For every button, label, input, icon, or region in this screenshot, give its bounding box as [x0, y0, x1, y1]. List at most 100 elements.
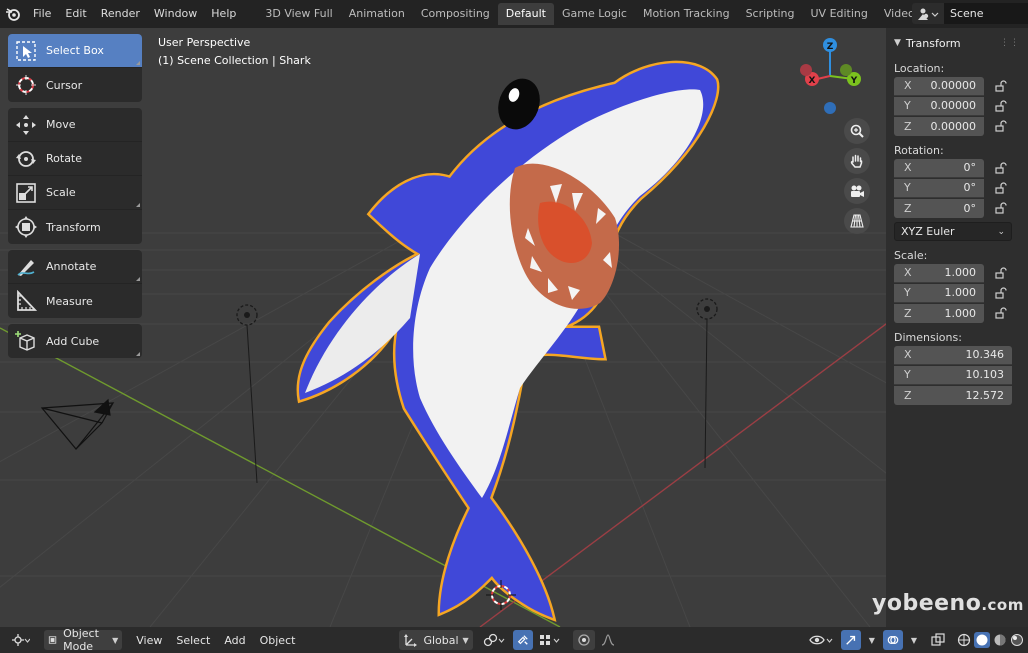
drag-grip-icon[interactable]: ⋮⋮: [1000, 38, 1020, 48]
tool-select-box[interactable]: Select Box: [8, 34, 142, 68]
rotation-x-field[interactable]: X 0°: [894, 158, 984, 178]
proportional-editing-toggle[interactable]: [572, 630, 595, 650]
pivot-point-dropdown[interactable]: [479, 630, 511, 650]
3d-viewport[interactable]: Z X Y User Perspective (1) Scene Collect…: [0, 28, 1028, 627]
add-cube-icon: [14, 329, 38, 353]
blender-logo-icon[interactable]: [0, 0, 26, 28]
tab-compositing[interactable]: Compositing: [413, 3, 498, 25]
zoom-icon[interactable]: [844, 118, 870, 144]
menu-window[interactable]: Window: [147, 0, 204, 28]
chevron-down-icon: ▼: [462, 635, 469, 645]
rendered-shading-icon[interactable]: [1010, 633, 1024, 647]
tool-add-cube[interactable]: Add Cube: [8, 324, 142, 358]
scene-icon[interactable]: [912, 3, 944, 24]
tab-scripting[interactable]: Scripting: [738, 3, 803, 25]
lock-icon[interactable]: [992, 182, 1010, 194]
chevron-down-icon: ▼: [112, 635, 119, 645]
lock-icon[interactable]: [992, 80, 1010, 92]
solid-shading-icon[interactable]: [974, 632, 990, 648]
menu-edit[interactable]: Edit: [58, 0, 93, 28]
dimensions-y-field[interactable]: Y 10.103: [894, 365, 1012, 385]
tool-annotate[interactable]: Annotate: [8, 250, 142, 284]
overlays-toggle[interactable]: [882, 630, 903, 650]
tab-uv-editing[interactable]: UV Editing: [803, 3, 876, 25]
scene-selector[interactable]: Scene: [912, 3, 1028, 24]
tab-motion-tracking[interactable]: Motion Tracking: [635, 3, 738, 25]
submenu-indicator-icon: [136, 352, 140, 356]
scale-x-field[interactable]: X 1.000: [894, 263, 984, 283]
tool-label: Annotate: [46, 260, 97, 273]
lock-icon[interactable]: [992, 202, 1010, 214]
tool-label: Transform: [46, 220, 101, 234]
sidebar-properties-panel: ▼ Transform ⋮⋮ Location: X 0.00000 Y 0.000…: [886, 28, 1028, 627]
camera-view-icon[interactable]: [844, 178, 870, 204]
menu-help[interactable]: Help: [204, 0, 243, 28]
tool-scale[interactable]: Scale: [8, 176, 142, 210]
chevron-down-icon: ⌄: [997, 226, 1005, 237]
tab-animation[interactable]: Animation: [341, 3, 413, 25]
tool-rotate[interactable]: Rotate: [8, 142, 142, 176]
dimensions-x-field[interactable]: X 10.346: [894, 345, 1012, 365]
menu-view[interactable]: View: [132, 630, 166, 650]
dimensions-z-field[interactable]: Z 12.572: [894, 385, 1012, 405]
snap-toggle[interactable]: [512, 630, 533, 650]
tool-transform[interactable]: Transform: [8, 210, 142, 244]
chevron-down-icon: ▼: [868, 635, 875, 645]
lock-icon[interactable]: [992, 100, 1010, 112]
rotation-z-field[interactable]: Z 0°: [894, 198, 984, 218]
scale-z-field[interactable]: Z 1.000: [894, 303, 984, 323]
lock-icon[interactable]: [992, 162, 1010, 174]
gizmo-dropdown[interactable]: ▼: [861, 630, 879, 650]
visibility-dropdown[interactable]: [805, 630, 839, 650]
perspective-toggle-icon[interactable]: [844, 208, 870, 234]
camera-object-icon[interactable]: [40, 398, 115, 450]
overlays-dropdown[interactable]: ▼: [903, 630, 921, 650]
location-y-field[interactable]: Y 0.00000: [894, 96, 984, 116]
location-z-row: Z 0.00000: [894, 116, 1020, 136]
dimensions-z-value: 12.572: [965, 388, 1005, 402]
snap-target-dropdown[interactable]: [535, 630, 567, 650]
tab-default[interactable]: Default: [497, 3, 554, 25]
menu-add[interactable]: Add: [220, 630, 249, 650]
menu-file[interactable]: File: [26, 0, 58, 28]
menu-render[interactable]: Render: [94, 0, 147, 28]
location-x-field[interactable]: X 0.00000: [894, 76, 984, 96]
tab-game-logic[interactable]: Game Logic: [554, 3, 635, 25]
tab-3d-view-full[interactable]: 3D View Full: [257, 3, 340, 25]
menu-select[interactable]: Select: [172, 630, 214, 650]
proportional-falloff-dropdown[interactable]: [597, 630, 619, 650]
transform-panel-header[interactable]: ▼ Transform ⋮⋮: [894, 32, 1020, 54]
mode-dropdown[interactable]: Object Mode ▼: [44, 627, 123, 653]
tool-measure[interactable]: Measure: [8, 284, 142, 318]
rotate-icon: [14, 147, 38, 171]
scale-icon: [14, 181, 38, 205]
chevron-down-icon: ▼: [910, 635, 917, 645]
scene-name-field[interactable]: Scene: [944, 3, 1028, 24]
editor-type-dropdown[interactable]: [8, 630, 34, 650]
dimensions-x-value: 10.346: [965, 348, 1005, 361]
menu-object[interactable]: Object: [256, 630, 300, 650]
wireframe-shading-icon[interactable]: [957, 633, 971, 647]
material-shading-icon[interactable]: [993, 633, 1007, 647]
tool-move[interactable]: Move: [8, 108, 142, 142]
add-tools: Add Cube: [8, 324, 142, 358]
lock-icon[interactable]: [992, 120, 1010, 132]
rotation-mode-dropdown[interactable]: XYZ Euler ⌄: [894, 222, 1012, 241]
lock-icon[interactable]: [992, 287, 1010, 299]
gizmo-z-label: Z: [827, 42, 834, 52]
transform-tools: Move Rotate Scale Transform: [8, 108, 142, 244]
tool-cursor[interactable]: Cursor: [8, 68, 142, 102]
axis-label: X: [904, 266, 912, 279]
axis-label: Y: [904, 368, 911, 381]
lock-icon[interactable]: [992, 307, 1010, 319]
navigation-gizmo[interactable]: Z X Y: [800, 38, 861, 114]
gizmo-toggle[interactable]: [840, 630, 861, 650]
xray-toggle[interactable]: [927, 630, 949, 650]
transform-orientation-dropdown[interactable]: Global ▼: [399, 630, 473, 650]
location-z-field[interactable]: Z 0.00000: [894, 116, 984, 136]
pan-hand-icon[interactable]: [844, 148, 870, 174]
scale-y-field[interactable]: Y 1.000: [894, 283, 984, 303]
rotation-y-field[interactable]: Y 0°: [894, 178, 984, 198]
rotation-mode-value: XYZ Euler: [901, 225, 955, 238]
lock-icon[interactable]: [992, 267, 1010, 279]
